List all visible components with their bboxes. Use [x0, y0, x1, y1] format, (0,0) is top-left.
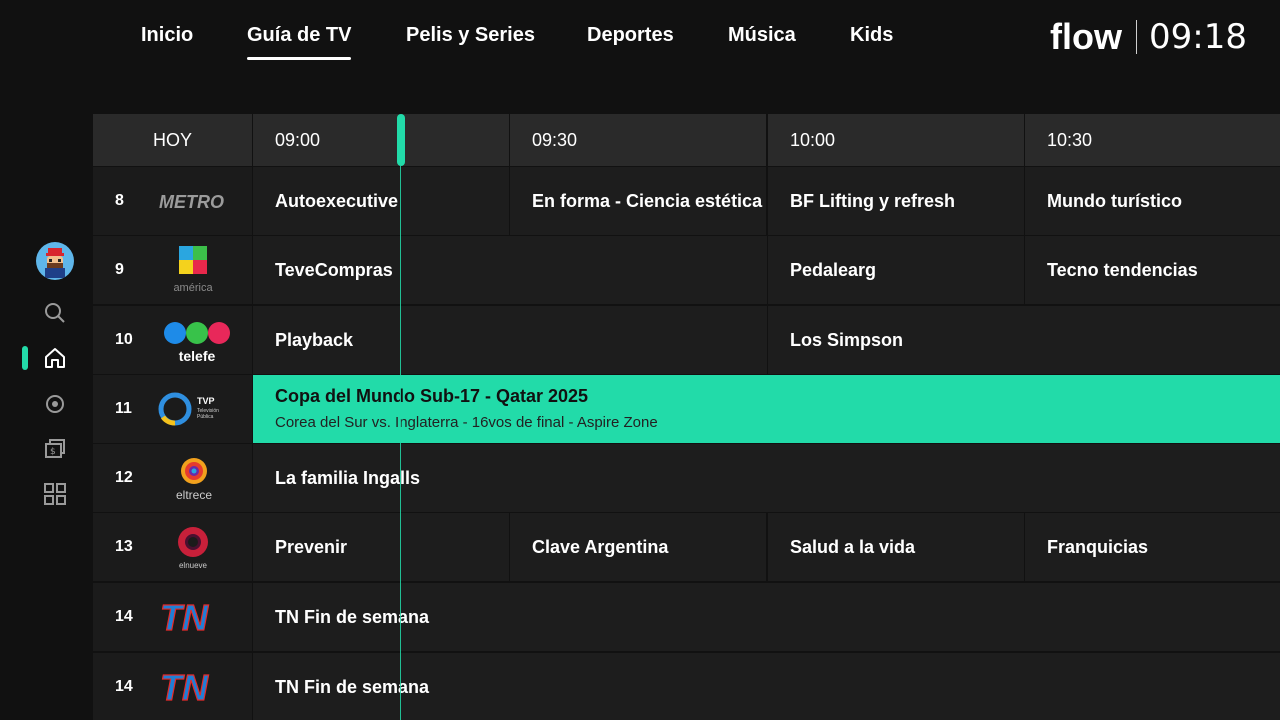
svg-text:TVP: TVP	[197, 396, 215, 406]
channel-cell[interactable]: 11 TVP Televisión Pública	[93, 375, 252, 443]
channel-cell[interactable]: 13 elnueve	[93, 513, 252, 581]
time-slot-1030: 10:30	[1025, 114, 1280, 166]
nav-musica[interactable]: Música	[728, 24, 796, 50]
svg-text:telefe: telefe	[179, 348, 216, 364]
nav-deportes[interactable]: Deportes	[587, 24, 674, 50]
program-cell[interactable]: La familia Ingalls	[253, 444, 1280, 512]
program-cell[interactable]: Franquicias	[1025, 513, 1280, 581]
today-label: HOY	[93, 114, 252, 166]
program-subtitle: Corea del Sur vs. Inglaterra - 16vos de …	[275, 414, 658, 431]
home-icon[interactable]	[42, 345, 68, 371]
top-navigation: Inicio Guía de TV Pelis y Series Deporte…	[0, 0, 1280, 72]
channel-row-14b: 14 TN TN Fin de semana	[93, 653, 1280, 720]
svg-text:elnueve: elnueve	[179, 561, 208, 570]
program-cell-selected[interactable]: Copa del Mundo Sub-17 - Qatar 2025 Corea…	[253, 375, 1280, 443]
svg-text:TN: TN	[160, 597, 209, 637]
channel-number: 8	[115, 192, 124, 209]
channel-row-10: 10 telefe Playback Los Simpson	[93, 306, 1280, 375]
elnueve-logo: elnueve	[143, 519, 243, 575]
channel-row-12: 12 eltrece La familia Ingalls	[93, 444, 1280, 513]
channel-row-11: 11 TVP Televisión Pública Copa del Mundo…	[93, 375, 1280, 444]
channel-cell[interactable]: 10 telefe	[93, 306, 252, 374]
svg-text:METRO: METRO	[159, 192, 224, 212]
program-cell[interactable]: Los Simpson	[768, 306, 1280, 374]
program-cell[interactable]: Pedalearg	[768, 236, 1024, 304]
channel-cell[interactable]: 14 TN	[93, 583, 252, 651]
program-cell[interactable]: Clave Argentina	[510, 513, 766, 581]
guide-header: HOY 09:00 09:30 10:00 10:30	[93, 114, 1280, 166]
brand-area: flow 09:18	[1050, 16, 1247, 58]
active-indicator	[22, 346, 28, 370]
eltrece-logo: eltrece	[143, 450, 243, 506]
clock: 09:18	[1149, 17, 1247, 57]
program-cell[interactable]: Prevenir	[253, 513, 509, 581]
svg-text:Pública: Pública	[197, 414, 214, 420]
brand-text: flow	[1050, 16, 1123, 57]
apps-icon[interactable]	[42, 481, 68, 507]
current-time-line	[400, 166, 401, 720]
nav-guia-de-tv[interactable]: Guía de TV	[247, 24, 352, 60]
channel-number: 12	[115, 469, 133, 486]
channel-number: 9	[115, 261, 124, 278]
time-slot-0900: 09:00	[253, 114, 509, 166]
channel-row-14: 14 TN TN Fin de semana	[93, 583, 1280, 652]
time-slot-0930: 09:30	[510, 114, 766, 166]
side-rail: $	[0, 230, 90, 530]
channel-cell[interactable]: 12 eltrece	[93, 444, 252, 512]
program-cell[interactable]: Playback	[253, 306, 767, 374]
rent-icon[interactable]: $	[42, 436, 68, 462]
record-icon[interactable]	[42, 391, 68, 417]
program-cell[interactable]: Autoexecutive	[253, 167, 509, 235]
program-cell[interactable]: Mundo turístico	[1025, 167, 1280, 235]
brand-separator	[1136, 20, 1137, 54]
telefe-logo: telefe	[143, 312, 243, 368]
channel-cell[interactable]: 9 américa	[93, 236, 252, 304]
tn-logo: TN	[143, 659, 243, 715]
channel-number: 10	[115, 331, 133, 348]
svg-text:$: $	[50, 447, 56, 457]
nav-kids[interactable]: Kids	[850, 24, 893, 50]
tn-logo: TN	[143, 589, 243, 645]
nav-pelis-y-series[interactable]: Pelis y Series	[406, 24, 535, 50]
tv-guide-grid: HOY 09:00 09:30 10:00 10:30 8 METRO Auto…	[93, 114, 1280, 720]
channel-number: 13	[115, 538, 133, 555]
channel-row-13: 13 elnueve Prevenir Clave Argentina Salu…	[93, 513, 1280, 582]
metro-logo: METRO	[143, 173, 243, 229]
channel-number: 11	[115, 400, 132, 417]
time-slot-1000: 10:00	[768, 114, 1024, 166]
channel-cell[interactable]: 8 METRO	[93, 167, 252, 235]
channel-number: 14	[115, 608, 133, 625]
channel-number: 14	[115, 678, 133, 695]
program-cell[interactable]: Salud a la vida	[768, 513, 1024, 581]
program-cell[interactable]: Tecno tendencias	[1025, 236, 1280, 304]
svg-text:américa: américa	[173, 282, 213, 294]
channel-row-9: 9 américa TeveCompras Pedalearg Tecno te…	[93, 236, 1280, 305]
tvp-logo: TVP Televisión Pública	[143, 381, 243, 437]
america-logo: américa	[143, 242, 243, 298]
program-title: Copa del Mundo Sub-17 - Qatar 2025	[275, 386, 589, 406]
current-time-marker[interactable]	[397, 114, 405, 166]
channel-cell[interactable]: 14 TN	[93, 653, 252, 720]
program-cell[interactable]: TeveCompras	[253, 236, 767, 304]
channel-row-8: 8 METRO Autoexecutive En forma - Ciencia…	[93, 167, 1280, 236]
program-cell[interactable]: BF Lifting y refresh	[768, 167, 1024, 235]
program-cell[interactable]: En forma - Ciencia estética	[510, 167, 766, 235]
avatar[interactable]	[36, 242, 74, 280]
flow-logo: flow	[1050, 16, 1124, 58]
program-cell[interactable]: TN Fin de semana	[253, 653, 1280, 720]
program-cell[interactable]: TN Fin de semana	[253, 583, 1280, 651]
svg-text:TN: TN	[160, 667, 209, 707]
nav-inicio[interactable]: Inicio	[141, 24, 193, 50]
svg-text:eltrece: eltrece	[176, 488, 212, 502]
search-icon[interactable]	[42, 300, 68, 326]
